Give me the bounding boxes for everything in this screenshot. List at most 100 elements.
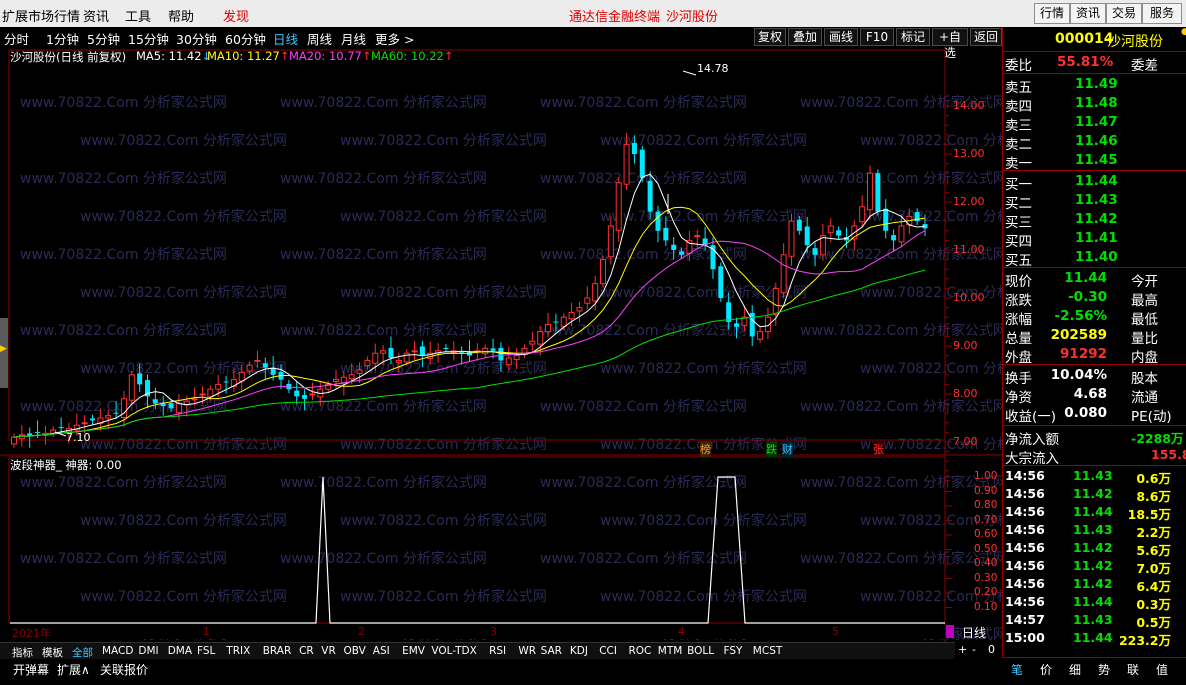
- tick-row: 14:56 11.43 2.2万: [1005, 522, 1171, 540]
- indicator-tab-dma[interactable]: DMA: [168, 645, 192, 657]
- zoom-out-button[interactable]: -: [972, 643, 976, 656]
- buy-row[interactable]: 买五 11.40: [1003, 249, 1186, 269]
- event-marker-die[interactable]: 跌: [766, 441, 777, 457]
- period-monthly[interactable]: 月线: [341, 29, 366, 48]
- related-quote-tab[interactable]: 关联报价: [100, 661, 148, 678]
- menu-discover[interactable]: 发现: [223, 6, 249, 25]
- indicator-tab-fsl[interactable]: FSL: [197, 645, 215, 657]
- indicator-tab-brar[interactable]: BRAR: [263, 645, 292, 657]
- zoom-in-button[interactable]: +: [958, 643, 967, 656]
- month-label-1: 1: [203, 625, 210, 638]
- kline-chart[interactable]: www.70822.Com 分析家公式网 www.70822.Com 分析家公式网…: [0, 47, 1002, 658]
- candle-up: [513, 355, 520, 360]
- menu-help[interactable]: 帮助: [168, 6, 194, 25]
- indicator-tab-mcst[interactable]: MCST: [753, 645, 782, 657]
- draw-line-button[interactable]: 画线: [824, 28, 858, 46]
- indicator-tab-obv[interactable]: OBV: [344, 645, 366, 657]
- quote-button[interactable]: 行情: [1034, 3, 1070, 24]
- sell-row[interactable]: 卖四 11.48: [1003, 95, 1186, 115]
- zoom-reset-button[interactable]: 0: [988, 643, 995, 656]
- watermark-text: www.70822.Com 分析家公式网: [80, 284, 287, 301]
- watermark-text: www.70822.Com 分析家公式网: [20, 550, 227, 567]
- indicator-tab-dmi[interactable]: DMI: [138, 645, 158, 657]
- quote-tab[interactable]: 细: [1069, 661, 1081, 678]
- buy-row[interactable]: 买一 11.44: [1003, 173, 1186, 193]
- indicator-tab-roc[interactable]: ROC: [629, 645, 652, 657]
- indicator-tab-sar[interactable]: SAR: [541, 645, 562, 657]
- watermark-text: www.70822.Com 分析家公式网: [80, 360, 287, 377]
- sell-row[interactable]: 卖二 11.46: [1003, 133, 1186, 153]
- sell-row[interactable]: 卖五 11.49: [1003, 76, 1186, 96]
- news-button[interactable]: 资讯: [1070, 3, 1106, 24]
- indicator-tab-macd[interactable]: MACD: [102, 645, 133, 657]
- fuquan-button[interactable]: 复权: [754, 28, 786, 46]
- indicator-tab-fsy[interactable]: FSY: [724, 645, 743, 657]
- tick-row: 14:56 11.44 0.3万: [1005, 594, 1171, 612]
- f10-button[interactable]: F10: [860, 28, 894, 46]
- menu-tools[interactable]: 工具: [125, 6, 151, 25]
- stat-row: 涨跌 -0.30 最高: [1005, 289, 1158, 309]
- candle-down: [419, 346, 425, 356]
- candle-up: [11, 436, 17, 445]
- trade-button[interactable]: 交易: [1106, 3, 1142, 24]
- event-marker-bang[interactable]: 榜: [700, 441, 711, 457]
- quote-tab[interactable]: 价: [1040, 661, 1052, 678]
- watermark-text: www.70822.Com 分析家公式网: [800, 322, 1002, 339]
- back-button[interactable]: 返回: [970, 28, 1002, 46]
- indicator-tab-cr[interactable]: CR: [299, 645, 314, 657]
- expand-toggle[interactable]: 扩展∧: [57, 661, 90, 678]
- event-marker-cai[interactable]: 财: [782, 441, 793, 457]
- indicator-tab-asi[interactable]: ASI: [373, 645, 390, 657]
- indicator-tab-trix[interactable]: TRIX: [226, 645, 250, 657]
- tick-row: 14:56 11.42 6.4万: [1005, 576, 1171, 594]
- danmu-toggle[interactable]: 开弹幕: [13, 661, 49, 678]
- buy-row[interactable]: 买四 11.41: [1003, 230, 1186, 250]
- stock-code: 000014: [1055, 31, 1114, 47]
- event-marker-zhang[interactable]: 张: [873, 441, 884, 457]
- add-favorite-button[interactable]: +自选: [932, 28, 968, 60]
- indicator-tab-指标[interactable]: 指标: [12, 645, 33, 660]
- watermark-text: www.70822.Com 分析家公式网: [80, 208, 287, 225]
- menu-news[interactable]: 资讯: [83, 6, 109, 25]
- indicator-tab-boll[interactable]: BOLL: [687, 645, 714, 657]
- sell-row[interactable]: 卖三 11.47: [1003, 114, 1186, 134]
- buy-row[interactable]: 买二 11.43: [1003, 192, 1186, 212]
- quote-tab[interactable]: 联: [1127, 661, 1139, 678]
- sell-row[interactable]: 卖一 11.45: [1003, 152, 1186, 172]
- indicator-tab-kdj[interactable]: KDJ: [570, 645, 588, 657]
- watermark-text: www.70822.Com 分析家公式网: [20, 246, 227, 263]
- quote-tab[interactable]: 势: [1098, 661, 1110, 678]
- period-60min[interactable]: 60分钟: [225, 29, 266, 48]
- period-weekly[interactable]: 周线: [307, 29, 332, 48]
- indicator-tab-vr[interactable]: VR: [321, 645, 335, 657]
- mark-button[interactable]: 标记: [896, 28, 930, 46]
- quote-tab[interactable]: 笔: [1011, 661, 1023, 678]
- indicator-tab-全部[interactable]: 全部: [72, 645, 93, 660]
- candle-down: [152, 399, 158, 404]
- watermark-text: www.70822.Com 分析家公式网: [800, 550, 1002, 567]
- indicator-tab-wr[interactable]: WR: [518, 645, 536, 657]
- overlay-button[interactable]: 叠加: [788, 28, 822, 46]
- indicator-tab-rsi[interactable]: RSI: [489, 645, 506, 657]
- period-daily[interactable]: 日线: [273, 29, 298, 48]
- candle-down: [498, 347, 504, 361]
- menu-extended-market[interactable]: 扩展市场行情: [2, 6, 80, 25]
- indicator-tab-emv[interactable]: EMV: [402, 645, 425, 657]
- period-more[interactable]: 更多 >: [375, 29, 414, 48]
- period-15min[interactable]: 15分钟: [128, 29, 169, 48]
- watermark: www.70822.Com 分析家公式网 www.70822.Com 分析家公式网…: [20, 94, 1002, 643]
- period-30min[interactable]: 30分钟: [176, 29, 217, 48]
- indicator-tab-cci[interactable]: CCI: [599, 645, 617, 657]
- service-button[interactable]: 服务: [1142, 3, 1182, 24]
- period-1min[interactable]: 1分钟: [46, 29, 79, 48]
- candle-up: [694, 235, 701, 238]
- period-5min[interactable]: 5分钟: [87, 29, 120, 48]
- period-fenshi[interactable]: 分时: [4, 29, 29, 48]
- scroll-indicator[interactable]: [946, 625, 954, 638]
- indicator-tab-模板[interactable]: 模板: [42, 645, 63, 660]
- quote-tab[interactable]: 值: [1156, 661, 1168, 678]
- indicator-tab-vol-tdx[interactable]: VOL-TDX: [431, 645, 476, 657]
- buy-row[interactable]: 买三 11.42: [1003, 211, 1186, 231]
- candle-up: [607, 225, 614, 258]
- indicator-tab-mtm[interactable]: MTM: [658, 645, 683, 657]
